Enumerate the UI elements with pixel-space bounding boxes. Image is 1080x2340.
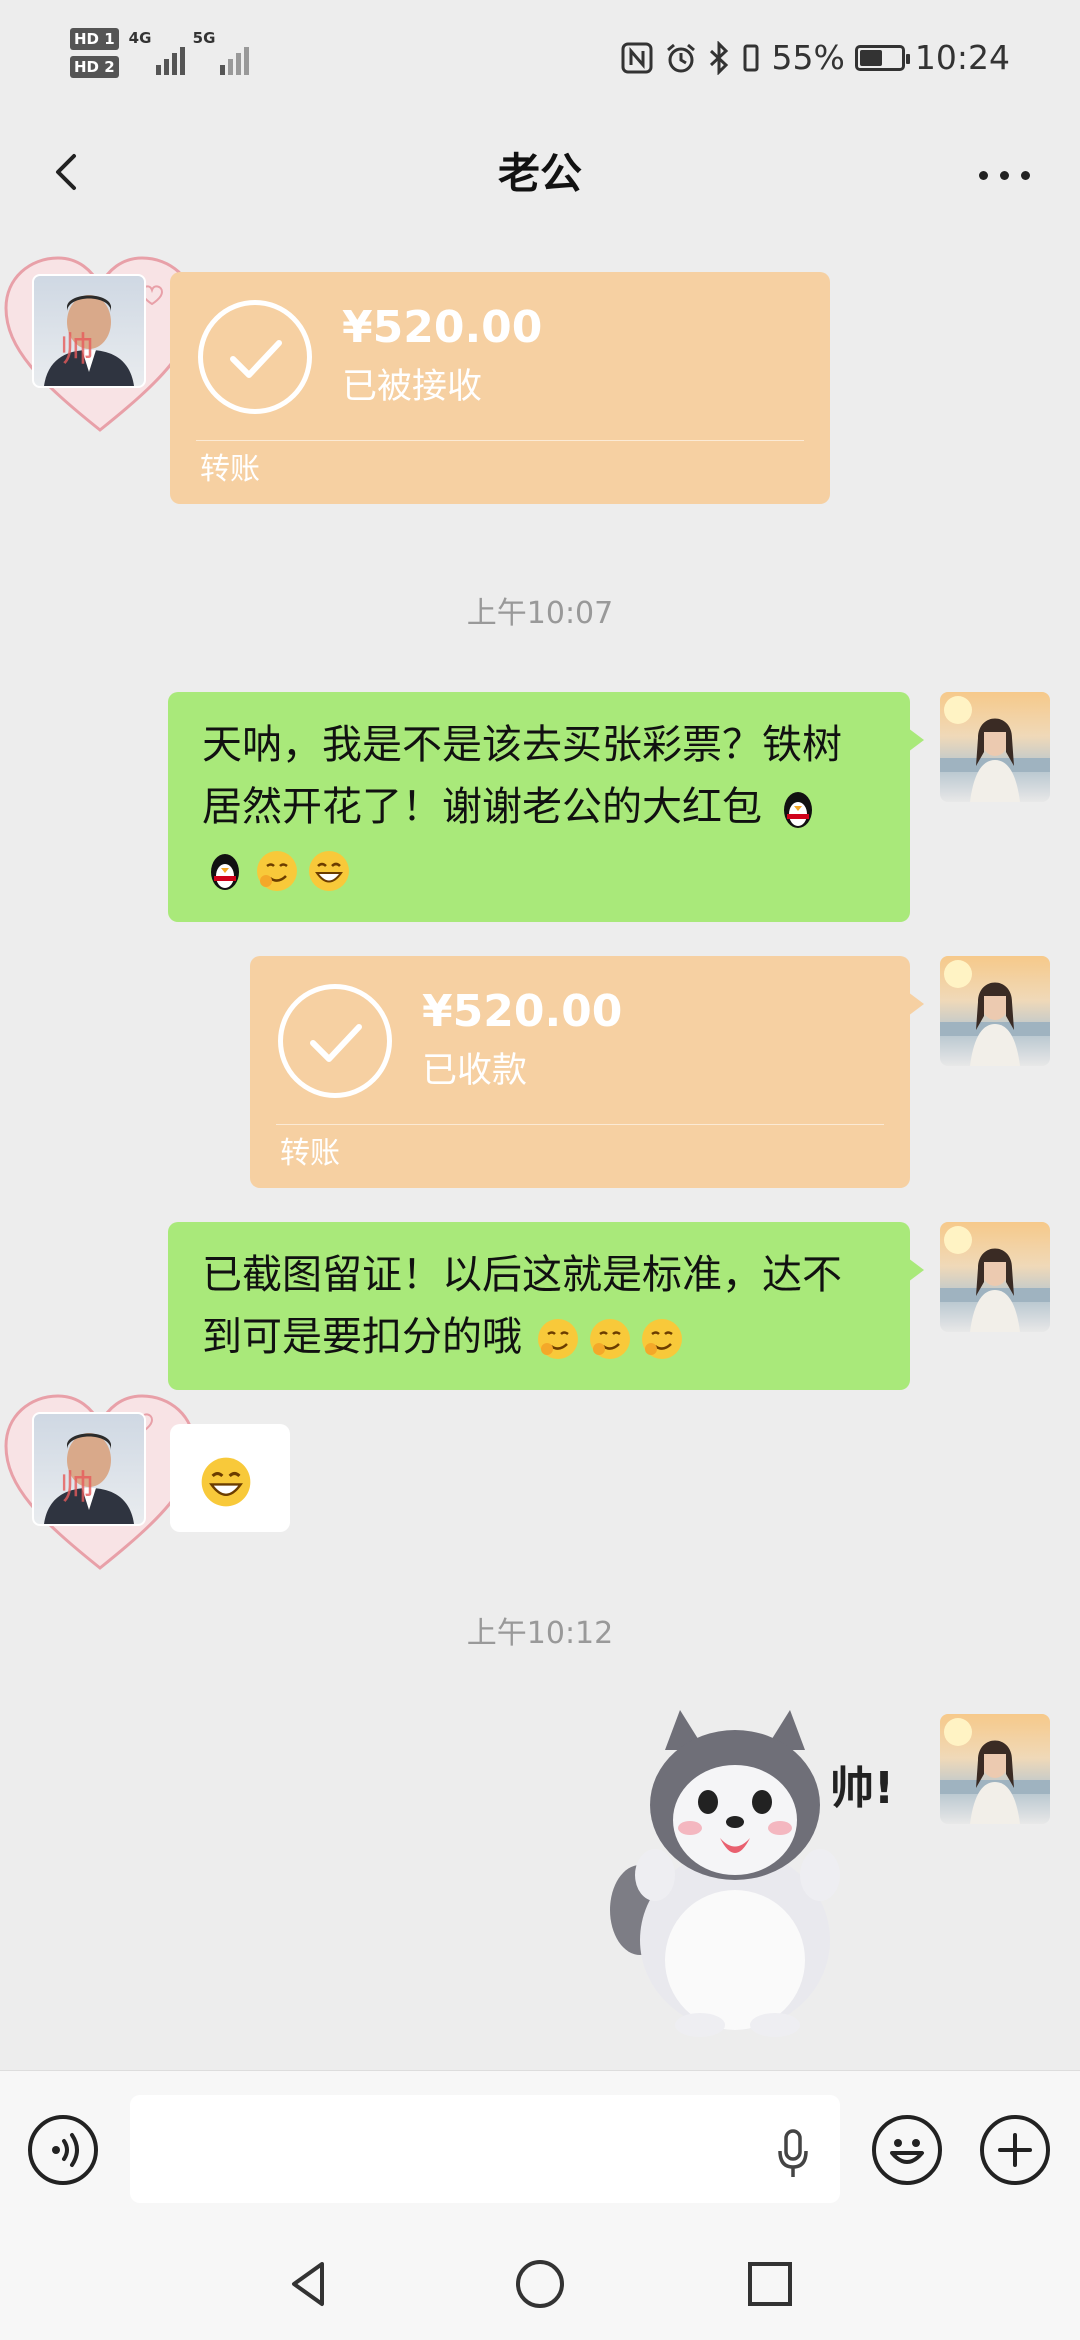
status-left: HD 1 HD 2 4G 5G [70,28,249,78]
plus-button[interactable] [980,2115,1050,2185]
timestamp: 上午10:07 [466,596,614,631]
mic-icon [778,2129,808,2177]
clock: 10:24 [914,38,1010,77]
self-avatar[interactable] [940,692,1050,802]
self-avatar[interactable] [940,1222,1050,1332]
battery-percent: 55% [771,38,845,77]
avatar-glyph: 帅 [60,1468,94,1508]
contact-avatar[interactable]: 帅 [32,1412,146,1526]
transfer-status: 已被接收 [342,367,483,407]
status-bar: HD 1 HD 2 4G 5G 55% 10:24 [0,0,1080,120]
message-bubble-received[interactable] [170,1424,290,1532]
check-circle-icon [278,984,392,1098]
chat-header: 老公 [0,120,1080,230]
system-nav-bar [0,2230,1080,2340]
sly-smile-emoji-icon [257,851,297,891]
voice-icon [52,2133,79,2167]
sly-smile-emoji-icon [641,1319,682,1359]
nfc-icon [621,42,653,73]
contact-avatar[interactable]: 帅 [32,274,146,388]
transfer-amount: ¥520.00 [342,302,543,353]
chat-title: 老公 [497,149,582,198]
transfer-status: 已收款 [422,1051,528,1091]
status-right: 55% 10:24 [620,38,1010,77]
hd2-badge: HD 2 [70,56,119,78]
sly-smile-emoji-icon [537,1319,578,1359]
alarm-icon [666,43,695,72]
transfer-card-sent[interactable]: ¥520.00 已收款 转账 [250,956,924,1188]
timestamp: 上午10:12 [466,1616,614,1651]
more-dots-icon [978,170,988,180]
input-bar [0,2070,1080,2231]
message-bubble-sent[interactable]: 已截图留证！以后这就是标准，达不到可是要扣分的哦 [168,1222,924,1390]
divider [276,1124,884,1125]
plus-icon [998,2133,1032,2167]
grin-emoji-icon [309,851,349,891]
nav-back-button[interactable] [280,2254,340,2314]
signal-5g-icon: 5G [193,29,249,77]
hd1-badge: HD 1 [70,28,119,50]
transfer-card-received[interactable]: ¥520.00 已被接收 转账 [170,272,830,504]
message-text: 天呐，我是不是该去买张彩票？铁树居然开花了！谢谢老公的大红包 [202,722,842,830]
self-avatar[interactable] [940,1714,1050,1824]
self-avatar[interactable] [940,956,1050,1066]
nav-recent-button[interactable] [740,2254,800,2314]
signal-4g-icon: 4G [129,29,185,77]
battery-icon [854,44,910,71]
sticker-text: 帅! [830,1763,895,1814]
triangle-back-icon [292,2262,324,2306]
mic-button[interactable] [776,2129,810,2179]
check-circle-icon [198,300,312,414]
message-input[interactable] [130,2095,840,2203]
message-text: 已截图留证！以后这就是标准，达不到可是要扣分的哦 [202,1252,842,1360]
circle-home-icon [516,2260,564,2308]
square-recent-icon [748,2262,792,2306]
sticker-husky[interactable]: 帅! [580,1710,910,2040]
transfer-label: 转账 [280,1136,340,1171]
penguin-emoji-icon [783,792,812,828]
transfer-amount: ¥520.00 [422,986,623,1037]
chat-area[interactable]: 帅 ¥520.00 已被接收 转账 上午10:07 天呐，我是不是该去买张彩票？… [0,230,1080,2070]
voice-button[interactable] [28,2115,98,2185]
penguin-emoji-icon [211,854,239,890]
bluetooth-icon [709,40,728,75]
emoji-icon [890,2139,924,2164]
grin-emoji-icon [201,1457,251,1507]
emoji-button[interactable] [872,2115,942,2185]
vibrate-icon [743,44,759,71]
transfer-label: 转账 [200,452,260,487]
message-bubble-sent[interactable]: 天呐，我是不是该去买张彩票？铁树居然开花了！谢谢老公的大红包 [168,692,924,922]
nav-home-button[interactable] [510,2254,570,2314]
sly-smile-emoji-icon [589,1319,630,1359]
avatar-glyph: 帅 [60,330,94,370]
divider [196,440,804,441]
more-button[interactable] [974,160,1034,190]
